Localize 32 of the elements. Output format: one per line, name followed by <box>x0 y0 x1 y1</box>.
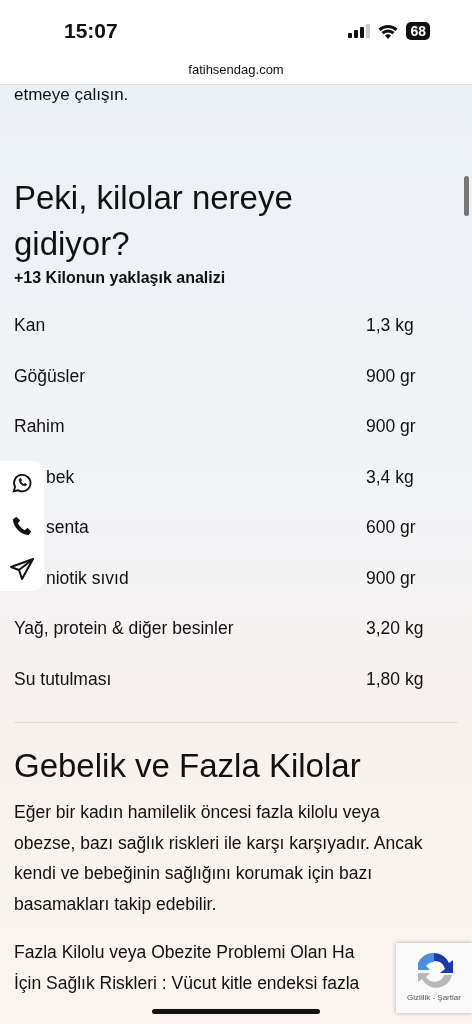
row-label: Göğüsler <box>14 365 86 387</box>
row-label: Su tutulması <box>14 668 113 690</box>
row-label: niotik sıvıd <box>46 567 130 589</box>
battery-icon: 68 <box>406 22 430 40</box>
row-value: 3,4 kg <box>366 466 415 488</box>
paragraph-text: Eğer bir kadın hamilelik öncesi fazla kilolu veya obezse, bazı sağlık riskleri ile karşı karşıyadır. Ancak kendi ve bebeğinin sağlığını korumak için bazı basamakları takip edebilir. <box>14 801 424 916</box>
row-label: bek <box>46 466 76 488</box>
row-value: 1,80 kg <box>366 668 425 690</box>
row-value: 3,20 kg <box>366 618 425 639</box>
row-label: Rahim <box>14 416 66 437</box>
row-label: Yağ, protein & diğer besinler <box>14 618 235 639</box>
row-value: 900 gr <box>366 365 417 387</box>
privacy-terms-link[interactable]: Gizlilik - Şartlar <box>407 993 461 1002</box>
scrollbar[interactable] <box>464 176 469 216</box>
whatsapp-icon[interactable] <box>11 471 33 494</box>
status-time: 15:07 <box>64 19 118 43</box>
row-value: 1,3 kg <box>366 315 415 336</box>
row-label: Kan <box>14 315 47 336</box>
address-url[interactable]: fatihsendag.com <box>188 62 284 77</box>
section-heading: Gebelik ve Fazla Kilolar <box>14 746 362 786</box>
paragraph-text: Fazla Kilolu veya Obezite Problemi Olan Ha İçin Sağlık Riskleri : Vücut kitle endeksi fazla <box>14 941 360 995</box>
wifi-icon <box>378 23 399 39</box>
phone-icon[interactable] <box>11 515 33 537</box>
row-value: 900 gr <box>366 416 417 437</box>
row-label: senta <box>46 517 90 538</box>
row-value: 900 gr <box>366 567 417 589</box>
row-value: 600 gr <box>366 517 417 538</box>
section-heading: Peki, kilolar nereye gidiyor? <box>14 178 294 264</box>
subheading: +13 Kilonun yaklaşık analizi <box>14 269 227 287</box>
send-icon[interactable] <box>10 558 34 581</box>
signal-icon <box>348 24 371 38</box>
paragraph-text: etmeye çalışın. <box>14 85 130 105</box>
